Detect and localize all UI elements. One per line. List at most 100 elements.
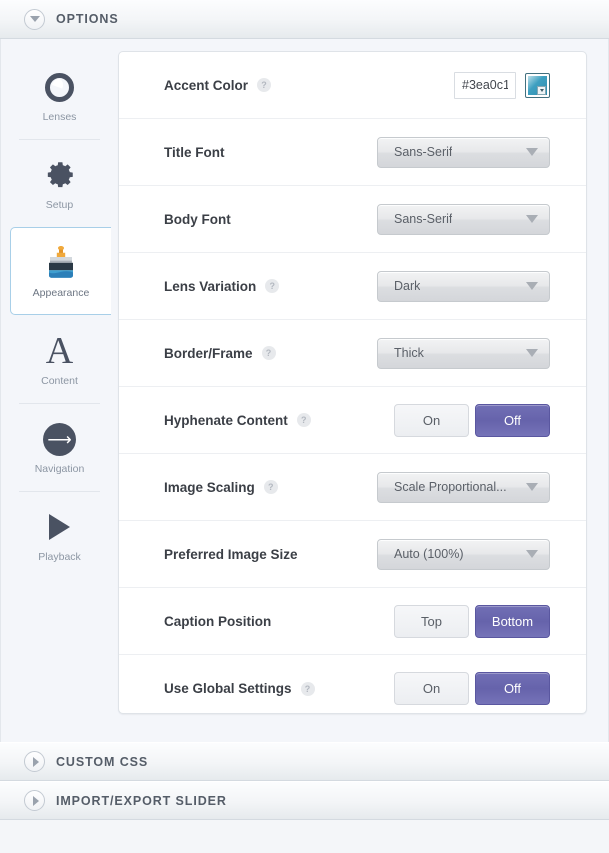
setting-row-title-font: Title Font Sans-Serif [119,119,586,186]
triangle-down-glyph [29,16,40,22]
sidebar-item-label: Setup [45,199,74,211]
title-font-select[interactable]: Sans-Serif [377,136,550,168]
setting-label-text: Caption Position [164,613,272,629]
accent-color-input[interactable] [454,71,516,99]
select-value: Dark [394,279,421,293]
select-value: Sans-Serif [394,145,453,159]
help-icon[interactable]: ? [265,279,280,293]
arrow-right-circle-icon: ⟶ [43,419,76,459]
chevron-down-icon [526,550,538,558]
setting-label: Border/Frame ? [164,346,276,361]
chevron-down-icon[interactable] [537,85,546,95]
sidebar-item-lenses[interactable]: Lenses [10,51,109,139]
hyphenate-toggle-on[interactable]: On [394,403,469,437]
letter-a-icon: A [45,330,74,372]
body-font-select[interactable]: Sans-Serif [377,203,550,235]
setting-label-text: Title Font [164,144,225,160]
setting-control [454,71,550,99]
help-icon[interactable]: ? [261,346,276,360]
options-panel-app: OPTIONS Lenses Setup Appearance A Conten… [0,0,609,853]
options-sidebar: Lenses Setup Appearance A Content ⟶ Navi… [1,39,118,742]
sidebar-item-label: Lenses [42,111,77,123]
setting-label-text: Image Scaling [164,479,255,495]
accordion-header-import-export[interactable]: IMPORT/EXPORT SLIDER [0,781,609,820]
setting-label: Image Scaling ? [164,480,278,495]
setting-row-hyphenate-content: Hyphenate Content ? On Off [119,387,586,454]
chevron-down-icon [526,148,538,156]
color-swatch-button[interactable] [525,72,550,98]
use-global-settings-on[interactable]: On [394,672,469,705]
sidebar-item-navigation[interactable]: ⟶ Navigation [10,403,109,491]
accordion-title-import-export: IMPORT/EXPORT SLIDER [56,793,227,808]
lens-ring-icon [45,67,74,107]
help-icon[interactable]: ? [300,681,315,696]
setting-label-text: Use Global Settings [164,681,292,696]
setting-control: Sans-Serif [377,203,550,235]
options-body: Lenses Setup Appearance A Content ⟶ Navi… [0,39,609,742]
use-global-settings-off[interactable]: Off [475,672,550,705]
help-icon[interactable]: ? [296,413,311,427]
sidebar-item-appearance[interactable]: Appearance [10,227,111,315]
chevron-down-icon [526,483,538,491]
caption-position-top[interactable]: Top [394,604,469,638]
setting-row-body-font: Body Font Sans-Serif [119,186,586,253]
setting-label: Body Font [164,212,231,227]
setting-row-use-global-settings: Use Global Settings ? On Off [119,655,586,722]
sidebar-item-label: Navigation [34,463,85,475]
image-scaling-select[interactable]: Scale Proportional... [377,471,550,503]
accordion-title-custom-css: CUSTOM CSS [56,754,149,769]
hyphenate-toggle-off[interactable]: Off [475,403,550,437]
setting-control: Scale Proportional... [377,471,550,503]
setting-label: Use Global Settings ? [164,681,315,696]
border-frame-select[interactable]: Thick [377,337,550,369]
setting-control: Sans-Serif [377,136,550,168]
setting-label-text: Body Font [164,211,231,227]
setting-label: Hyphenate Content ? [164,413,311,428]
setting-row-image-scaling: Image Scaling ? Scale Proportional... [119,454,586,521]
select-value: Scale Proportional... [394,480,507,494]
preferred-image-size-select[interactable]: Auto (100%) [377,538,550,570]
paintbrush-icon [46,243,76,283]
setting-control: Dark [377,270,550,302]
chevron-right-icon[interactable] [24,790,45,811]
setting-label-text: Accent Color [164,77,249,93]
setting-control: Auto (100%) [377,538,550,570]
setting-control: On Off [394,672,550,705]
chevron-down-icon [526,282,538,290]
setting-row-border-frame: Border/Frame ? Thick [119,320,586,387]
gear-icon [43,155,77,195]
chevron-down-icon[interactable] [24,8,45,30]
sidebar-item-setup[interactable]: Setup [10,139,109,227]
setting-control: Thick [377,337,550,369]
sidebar-item-content[interactable]: A Content [10,315,109,403]
setting-row-caption-position: Caption Position Top Bottom [119,588,586,655]
chevron-down-icon [526,215,538,223]
accordion-header-options[interactable]: OPTIONS [0,0,609,39]
triangle-right-glyph [32,795,39,806]
triangle-right-glyph [32,756,39,767]
setting-label: Preferred Image Size [164,547,298,562]
play-triangle-icon [49,507,70,547]
appearance-settings-panel: Accent Color ? Title Font [118,51,587,723]
help-icon[interactable]: ? [257,78,272,92]
setting-label-text: Border/Frame [164,345,253,361]
setting-control: Top Bottom [394,604,550,638]
setting-control: On Off [394,403,550,437]
help-icon[interactable]: ? [263,480,278,494]
lens-variation-select[interactable]: Dark [377,270,550,302]
accordion-header-custom-css[interactable]: CUSTOM CSS [0,742,609,781]
setting-label: Title Font [164,145,225,160]
select-value: Thick [394,346,424,360]
setting-row-lens-variation: Lens Variation ? Dark [119,253,586,320]
sidebar-item-playback[interactable]: Playback [10,491,109,579]
sidebar-item-label: Appearance [32,287,90,299]
accordion-title-options: OPTIONS [56,12,119,26]
settings-panel-wrapper: Accent Color ? Title Font [118,39,608,742]
setting-row-accent-color: Accent Color ? [119,52,586,119]
sidebar-item-label: Playback [38,551,81,563]
caption-position-bottom[interactable]: Bottom [475,604,550,638]
setting-label-text: Hyphenate Content [164,412,288,428]
setting-label-text: Lens Variation [164,278,257,294]
chevron-right-icon[interactable] [24,751,45,772]
select-value: Auto (100%) [394,547,464,561]
